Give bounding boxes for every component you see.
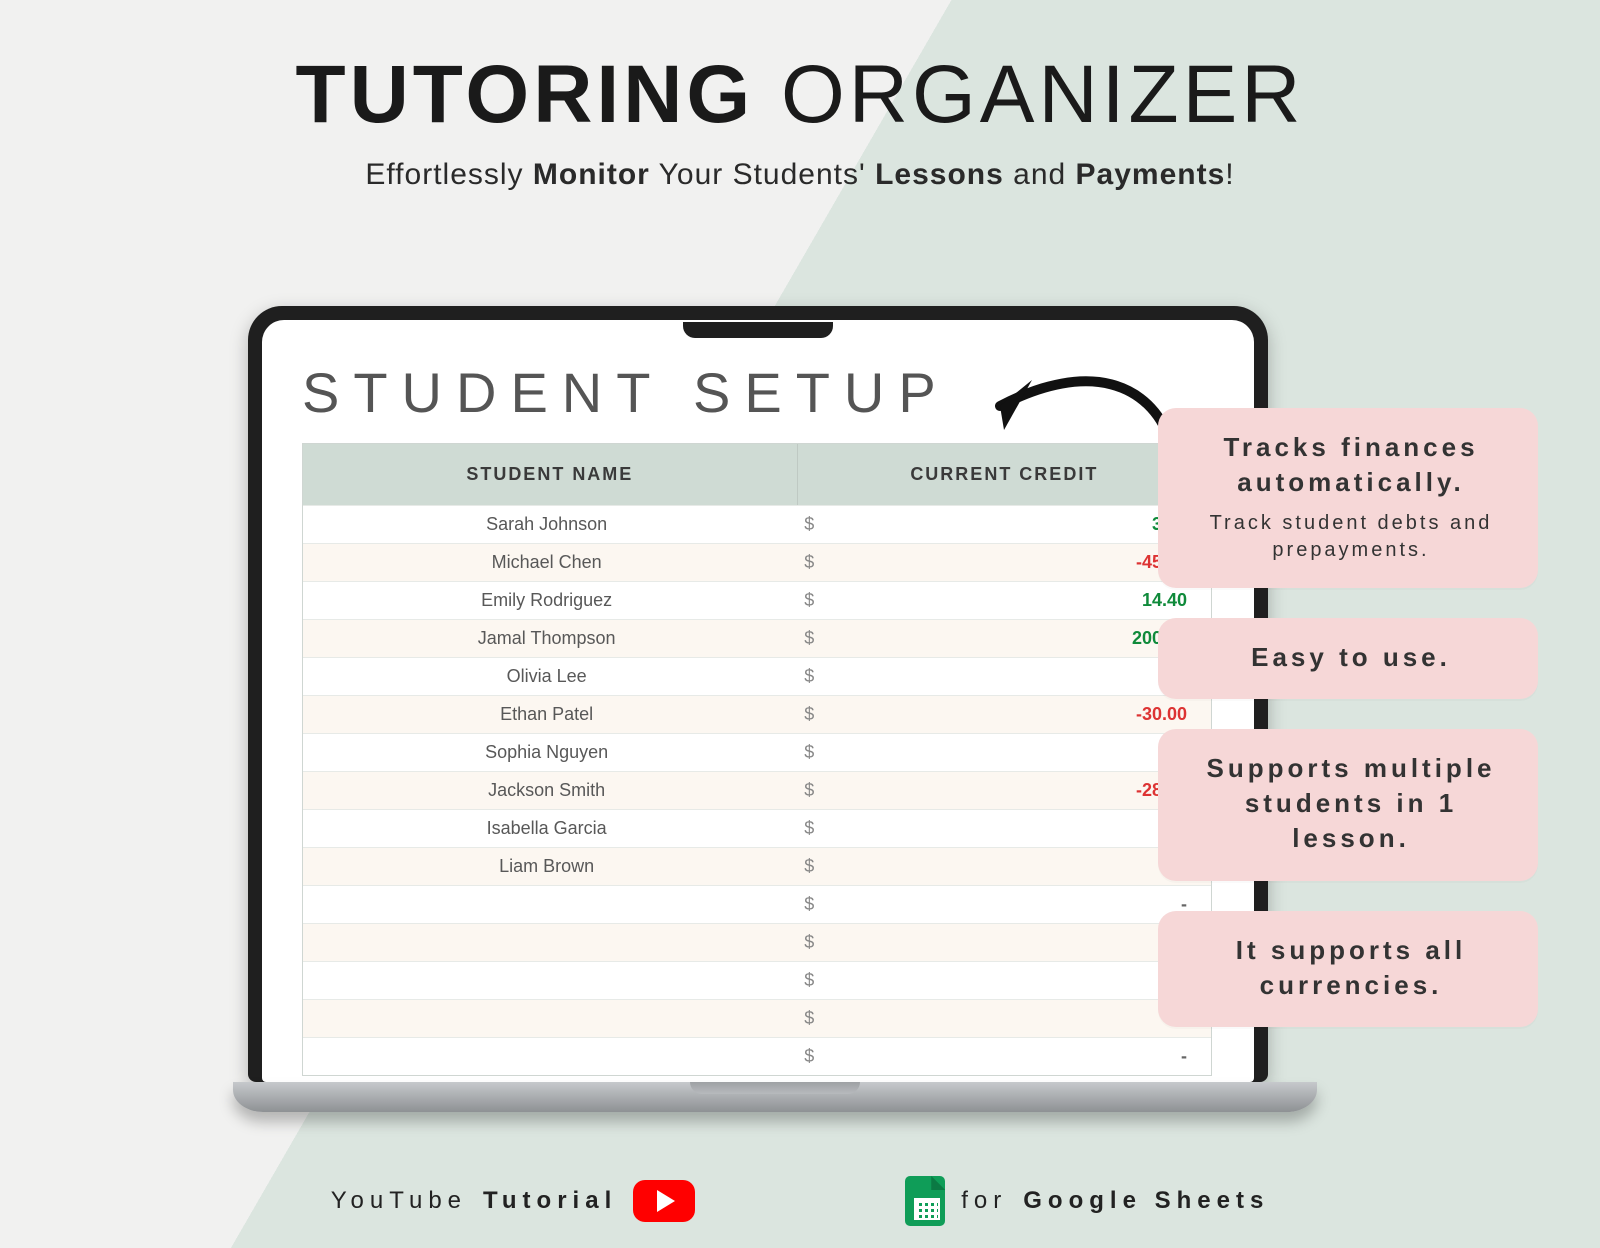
laptop-notch xyxy=(683,322,833,338)
cell-student-name[interactable] xyxy=(303,924,790,961)
table-row[interactable]: Sarah Johnson$3.33 xyxy=(303,505,1211,543)
title-light: ORGANIZER xyxy=(781,49,1304,140)
callout-heading: Easy to use. xyxy=(1190,640,1512,675)
cell-current-credit[interactable]: $-30.00 xyxy=(790,696,1211,733)
table-row[interactable]: $- xyxy=(303,961,1211,999)
currency-symbol: $ xyxy=(804,1046,814,1067)
cell-current-credit[interactable]: $- xyxy=(790,1000,1211,1037)
cell-current-credit[interactable]: $14.40 xyxy=(790,582,1211,619)
currency-symbol: $ xyxy=(804,856,814,877)
cell-current-credit[interactable]: $- xyxy=(790,1038,1211,1075)
subheadline: Effortlessly Monitor Your Students' Less… xyxy=(0,158,1600,192)
cell-student-name[interactable]: Jackson Smith xyxy=(303,772,790,809)
cell-current-credit[interactable]: $3.33 xyxy=(790,506,1211,543)
youtube-tutorial-link[interactable]: YouTube Tutorial xyxy=(331,1180,696,1222)
cell-student-name[interactable]: Olivia Lee xyxy=(303,658,790,695)
currency-symbol: $ xyxy=(804,1008,814,1029)
table-row[interactable]: Michael Chen$-45.00 xyxy=(303,543,1211,581)
cell-student-name[interactable] xyxy=(303,962,790,999)
table-row[interactable]: $- xyxy=(303,885,1211,923)
headline: TUTORING ORGANIZER xyxy=(0,48,1600,142)
table-row[interactable]: $- xyxy=(303,923,1211,961)
cell-student-name[interactable]: Michael Chen xyxy=(303,544,790,581)
callout-subtext: Track student debts and prepayments. xyxy=(1190,510,1512,564)
cell-current-credit[interactable]: $-45.00 xyxy=(790,544,1211,581)
laptop-base xyxy=(233,1082,1317,1112)
cell-current-credit[interactable]: $-28.64 xyxy=(790,772,1211,809)
table-row[interactable]: Sophia Nguyen$- xyxy=(303,733,1211,771)
cell-current-credit[interactable]: $- xyxy=(790,962,1211,999)
cell-student-name[interactable]: Isabella Garcia xyxy=(303,810,790,847)
currency-symbol: $ xyxy=(804,742,814,763)
callout-card: Tracks finances automatically. Track stud… xyxy=(1158,408,1538,588)
callout-heading: Tracks finances automatically. xyxy=(1190,430,1512,500)
currency-symbol: $ xyxy=(804,552,814,573)
currency-symbol: $ xyxy=(804,780,814,801)
student-table: STUDENT NAME CURRENT CREDIT Sarah Johnso… xyxy=(302,443,1212,1076)
laptop-hinge-notch xyxy=(690,1082,860,1094)
cell-student-name[interactable]: Sarah Johnson xyxy=(303,506,790,543)
cell-current-credit[interactable]: $- xyxy=(790,810,1211,847)
cell-current-credit[interactable]: $- xyxy=(790,848,1211,885)
table-row[interactable]: $- xyxy=(303,999,1211,1037)
callout-card: Easy to use. xyxy=(1158,618,1538,699)
table-row[interactable]: Liam Brown$- xyxy=(303,847,1211,885)
table-row[interactable]: Emily Rodriguez$14.40 xyxy=(303,581,1211,619)
cell-current-credit[interactable]: $200.00 xyxy=(790,620,1211,657)
currency-symbol: $ xyxy=(804,818,814,839)
cell-current-credit[interactable]: $- xyxy=(790,734,1211,771)
callout-heading: Supports multiple students in 1 lesson. xyxy=(1190,751,1512,856)
cell-student-name[interactable]: Liam Brown xyxy=(303,848,790,885)
cell-student-name[interactable]: Jamal Thompson xyxy=(303,620,790,657)
cell-current-credit[interactable]: $- xyxy=(790,886,1211,923)
cell-current-credit[interactable]: $- xyxy=(790,924,1211,961)
callout-card: It supports all currencies. xyxy=(1158,911,1538,1027)
currency-symbol: $ xyxy=(804,628,814,649)
cell-student-name[interactable] xyxy=(303,1000,790,1037)
currency-symbol: $ xyxy=(804,590,814,611)
cell-current-credit[interactable]: $- xyxy=(790,658,1211,695)
currency-symbol: $ xyxy=(804,970,814,991)
table-row[interactable]: Olivia Lee$- xyxy=(303,657,1211,695)
page-title: TUTORING ORGANIZER xyxy=(0,48,1600,142)
footer-strip: YouTube Tutorial for Google Sheets xyxy=(0,1176,1600,1226)
title-bold: TUTORING xyxy=(296,49,755,140)
credit-value: - xyxy=(1181,1046,1187,1067)
currency-symbol: $ xyxy=(804,704,814,725)
cell-student-name[interactable] xyxy=(303,886,790,923)
cell-student-name[interactable]: Emily Rodriguez xyxy=(303,582,790,619)
currency-symbol: $ xyxy=(804,514,814,535)
currency-symbol: $ xyxy=(804,894,814,915)
table-row[interactable]: $- xyxy=(303,1037,1211,1075)
table-row[interactable]: Isabella Garcia$- xyxy=(303,809,1211,847)
currency-symbol: $ xyxy=(804,932,814,953)
callout-heading: It supports all currencies. xyxy=(1190,933,1512,1003)
callout-card: Supports multiple students in 1 lesson. xyxy=(1158,729,1538,880)
google-sheets-icon xyxy=(905,1176,945,1226)
col-header-name: STUDENT NAME xyxy=(303,444,797,505)
cell-student-name[interactable]: Ethan Patel xyxy=(303,696,790,733)
youtube-icon xyxy=(633,1180,695,1222)
cell-student-name[interactable]: Sophia Nguyen xyxy=(303,734,790,771)
table-row[interactable]: Ethan Patel$-30.00 xyxy=(303,695,1211,733)
currency-symbol: $ xyxy=(804,666,814,687)
table-row[interactable]: Jackson Smith$-28.64 xyxy=(303,771,1211,809)
cell-student-name[interactable] xyxy=(303,1038,790,1075)
callouts: Tracks finances automatically. Track stud… xyxy=(1158,408,1538,1027)
table-row[interactable]: Jamal Thompson$200.00 xyxy=(303,619,1211,657)
google-sheets-link[interactable]: for Google Sheets xyxy=(905,1176,1269,1226)
